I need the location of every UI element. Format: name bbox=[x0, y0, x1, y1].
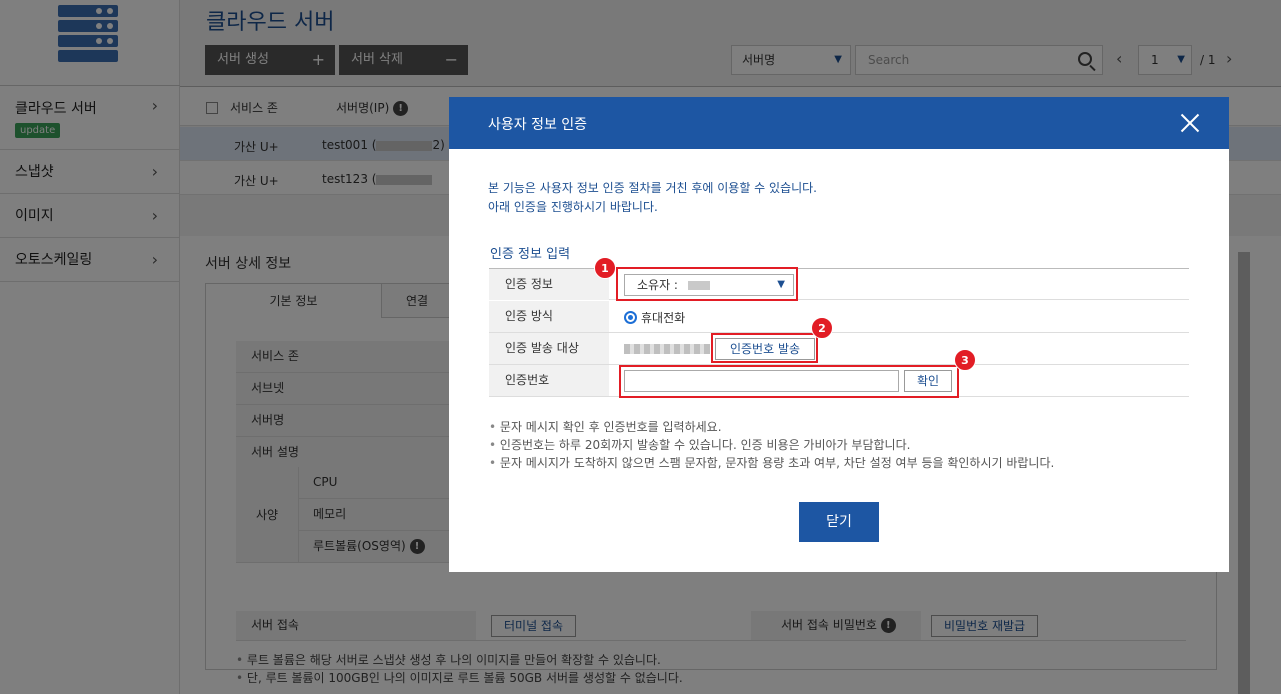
intro-line: 본 기능은 사용자 정보 인증 절차를 거친 후에 이용할 수 있습니다. bbox=[488, 181, 818, 195]
modal-header: 사용자 정보 인증 bbox=[449, 97, 1229, 149]
send-target-label: 인증 발송 대상 bbox=[489, 333, 609, 364]
auth-method-label: 인증 방식 bbox=[489, 301, 609, 332]
modal-intro: 본 기능은 사용자 정보 인증 절차를 거친 후에 이용할 수 있습니다. 아래… bbox=[488, 179, 817, 217]
intro-line: 아래 인증을 진행하시기 바랍니다. bbox=[488, 200, 658, 214]
auth-info-label: 인증 정보 bbox=[489, 269, 609, 300]
note-item: 문자 메시지가 도착하지 않으면 스팸 문자함, 문자함 용량 초과 여부, 차… bbox=[489, 454, 1054, 472]
highlight-box-1 bbox=[616, 267, 798, 301]
close-icon[interactable] bbox=[1179, 112, 1201, 134]
highlight-box-3 bbox=[619, 365, 959, 398]
step-number: 3 bbox=[954, 349, 976, 371]
step-number: 2 bbox=[811, 317, 833, 339]
masked-phone-number bbox=[624, 344, 710, 354]
code-label: 인증번호 bbox=[489, 365, 609, 396]
step-number: 1 bbox=[594, 257, 616, 279]
user-verification-modal: 사용자 정보 인증 본 기능은 사용자 정보 인증 절차를 거친 후에 이용할 … bbox=[449, 97, 1229, 572]
modal-title: 사용자 정보 인증 bbox=[488, 117, 588, 133]
section-title: 인증 정보 입력 bbox=[490, 247, 571, 262]
auth-method-row: 인증 방식 휴대전화 bbox=[489, 301, 1189, 333]
phone-radio[interactable] bbox=[624, 311, 637, 324]
close-button[interactable]: 닫기 bbox=[799, 502, 879, 542]
note-item: 문자 메시지 확인 후 인증번호를 입력하세요. bbox=[489, 418, 1054, 436]
highlight-box-2 bbox=[711, 333, 818, 363]
modal-notes: 문자 메시지 확인 후 인증번호를 입력하세요. 인증번호는 하루 20회까지 … bbox=[489, 418, 1054, 472]
send-target-row: 인증 발송 대상 인증번호 발송 bbox=[489, 333, 1189, 365]
auth-info-row: 인증 정보 소유자 : ▼ bbox=[489, 268, 1189, 300]
note-item: 인증번호는 하루 20회까지 발송할 수 있습니다. 인증 비용은 가비아가 부… bbox=[489, 436, 1054, 454]
phone-radio-label[interactable]: 휴대전화 bbox=[641, 309, 685, 326]
